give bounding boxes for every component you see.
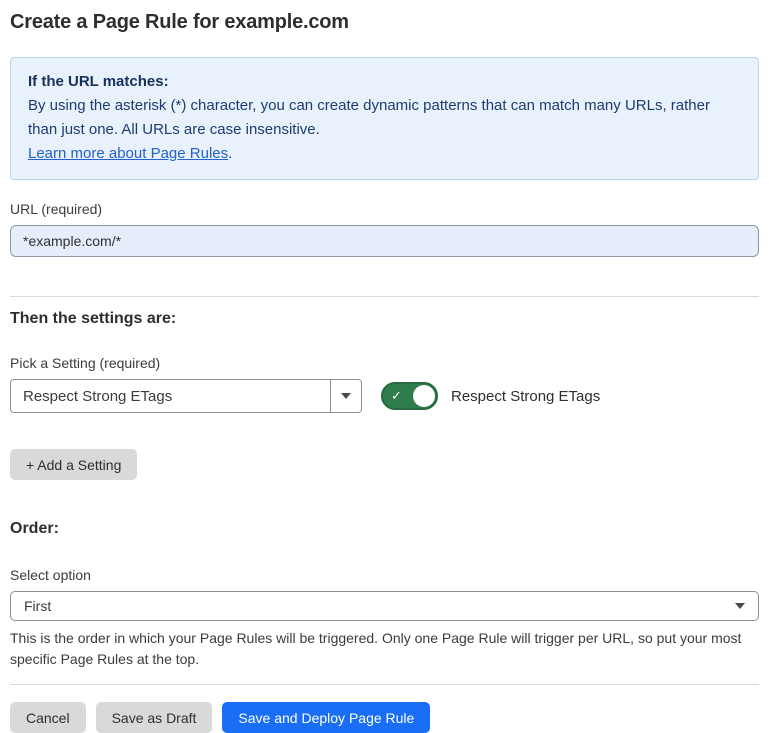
learn-more-link[interactable]: Learn more about Page Rules [28, 145, 228, 162]
setting-dropdown-arrow-button[interactable] [330, 380, 361, 412]
check-icon: ✓ [391, 389, 402, 402]
setting-row: Respect Strong ETags ✓ Respect Strong ET… [10, 379, 759, 413]
settings-section-heading: Then the settings are: [10, 310, 759, 328]
footer-divider [10, 684, 759, 685]
setting-dropdown[interactable]: Respect Strong ETags [10, 379, 362, 413]
respect-strong-etags-toggle[interactable]: ✓ [381, 382, 438, 410]
chevron-down-icon [341, 393, 351, 399]
order-help-text: This is the order in which your Page Rul… [10, 628, 745, 670]
section-divider [10, 296, 759, 297]
setting-dropdown-value: Respect Strong ETags [11, 380, 330, 412]
info-box-link-line: Learn more about Page Rules. [28, 142, 741, 166]
url-matches-info-box: If the URL matches: By using the asteris… [10, 57, 759, 180]
setting-picker-label: Pick a Setting (required) [10, 355, 759, 371]
link-suffix: . [228, 145, 232, 162]
toggle-label: Respect Strong ETags [451, 388, 600, 405]
chevron-down-icon [735, 603, 745, 609]
toggle-knob [413, 385, 435, 407]
order-select-label: Select option [10, 567, 759, 583]
order-select-value: First [24, 598, 51, 614]
url-input[interactable] [10, 225, 759, 257]
info-box-heading: If the URL matches: [28, 70, 741, 94]
url-field-label: URL (required) [10, 201, 759, 217]
order-section-heading: Order: [10, 520, 759, 538]
info-box-body: By using the asterisk (*) character, you… [28, 94, 740, 142]
order-select[interactable]: First [10, 591, 759, 621]
page-rule-form: Create a Page Rule for example.com If th… [0, 11, 769, 733]
add-setting-button[interactable]: + Add a Setting [10, 449, 137, 480]
page-title: Create a Page Rule for example.com [10, 11, 759, 34]
